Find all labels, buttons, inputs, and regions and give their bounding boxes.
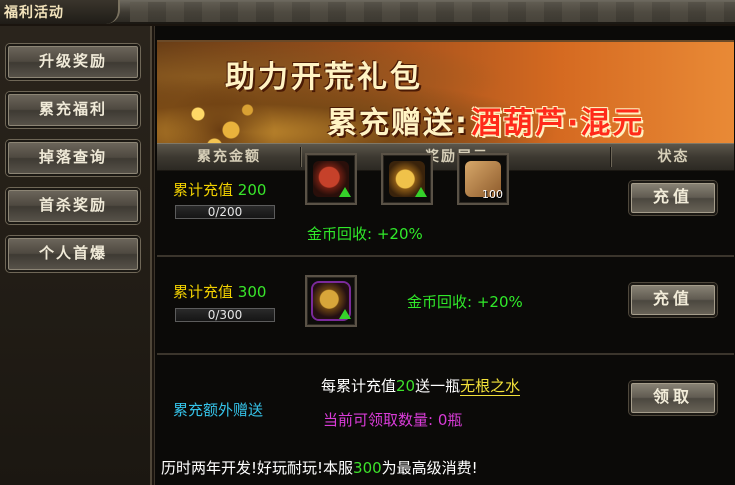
bonus-label: 金币回收:: [307, 225, 373, 243]
sidebar: 升级奖励 累充福利 掉落查询 首杀奖励 个人首爆: [0, 26, 152, 485]
banner-subtitle-prefix: 累充赠送:: [327, 106, 469, 141]
rule-item: 无根之水: [460, 377, 521, 396]
claimable-count: 当前可领取数量: 0瓶: [323, 409, 462, 430]
sidebar-item-recharge-benefit[interactable]: 累充福利: [6, 92, 140, 128]
sidebar-item-first-kill[interactable]: 首杀奖励: [6, 188, 140, 224]
upgrade-arrow-icon: [339, 187, 351, 197]
window-title: 福利活动: [0, 0, 120, 24]
claimable-label: 当前可领取数量:: [323, 411, 434, 429]
claim-button[interactable]: 领取: [629, 381, 717, 415]
claimable-value: 0瓶: [437, 411, 463, 429]
rule-amount: 20: [396, 377, 416, 395]
footer-prefix: 历时两年开发!好玩耐玩!本服: [161, 459, 354, 477]
progress-bar: 0/200: [175, 205, 275, 219]
column-header-amount: 累充金额: [197, 149, 261, 165]
item-count: 100: [482, 188, 503, 201]
row-total-label: 累计充值 200: [173, 179, 266, 200]
column-headers: 累充金额 奖励展示 状态: [157, 143, 734, 171]
reward-row: 累计充值 300 0/300 金币回收: +20% 充值: [157, 259, 734, 355]
reward-item-slot[interactable]: [381, 153, 433, 205]
upgrade-arrow-icon: [339, 309, 351, 319]
column-divider: [610, 147, 612, 167]
column-divider: [300, 147, 302, 167]
row-total-amount: 200: [237, 181, 267, 199]
row-total-text: 累计充值: [173, 283, 234, 301]
bonus-value: +20%: [376, 225, 423, 243]
recharge-button[interactable]: 充值: [629, 181, 717, 215]
title-bar: 福利活动: [0, 0, 735, 24]
extra-gift-rule: 每累计充值20送一瓶无根之水: [321, 375, 521, 396]
bonus-value: +20%: [476, 293, 523, 311]
footer-amount: 300: [353, 459, 382, 477]
sidebar-item-personal-first-drop[interactable]: 个人首爆: [6, 236, 140, 272]
progress-bar: 0/300: [175, 308, 275, 322]
gold-recycle-bonus: 金币回收: +20%: [307, 223, 423, 244]
row-total-text: 累计充值: [173, 181, 234, 199]
row-total-amount: 300: [237, 283, 267, 301]
sidebar-item-drop-query[interactable]: 掉落查询: [6, 140, 140, 176]
banner-title: 助力开荒礼包: [225, 60, 423, 95]
title-ornament: [130, 2, 735, 22]
footer-suffix: 为最高级消费!: [381, 459, 478, 477]
banner-subtitle: 累充赠送:酒葫芦·混元: [327, 98, 644, 142]
row-total-label: 累计充值 300: [173, 281, 266, 302]
extra-gift-row: 累充额外赠送 每累计充值20送一瓶无根之水 当前可领取数量: 0瓶 领取: [157, 357, 734, 451]
main-panel: 助力开荒礼包 累充赠送:酒葫芦·混元 累充金额 奖励展示 状态 累计充值 200…: [154, 26, 735, 485]
rule-prefix: 每累计充值: [321, 377, 397, 395]
gold-recycle-bonus: 金币回收: +20%: [407, 291, 523, 312]
column-header-status: 状态: [657, 149, 690, 165]
bonus-label: 金币回收:: [407, 293, 473, 311]
footer-notice: 历时两年开发!好玩耐玩!本服300为最高级消费!: [157, 452, 734, 485]
rule-mid: 送一瓶: [415, 377, 461, 395]
extra-gift-title: 累充额外赠送: [173, 401, 264, 419]
recharge-button[interactable]: 充值: [629, 283, 717, 317]
reward-item-slot[interactable]: 100: [457, 153, 509, 205]
reward-row: 累计充值 200 0/200 100 金币回收: +20% 充值: [157, 153, 734, 257]
banner-highlight: 酒葫芦·混元: [471, 106, 645, 141]
reward-item-slot[interactable]: [305, 153, 357, 205]
upgrade-arrow-icon: [415, 187, 427, 197]
reward-item-slot[interactable]: [305, 275, 357, 327]
sidebar-item-level-reward[interactable]: 升级奖励: [6, 44, 140, 80]
